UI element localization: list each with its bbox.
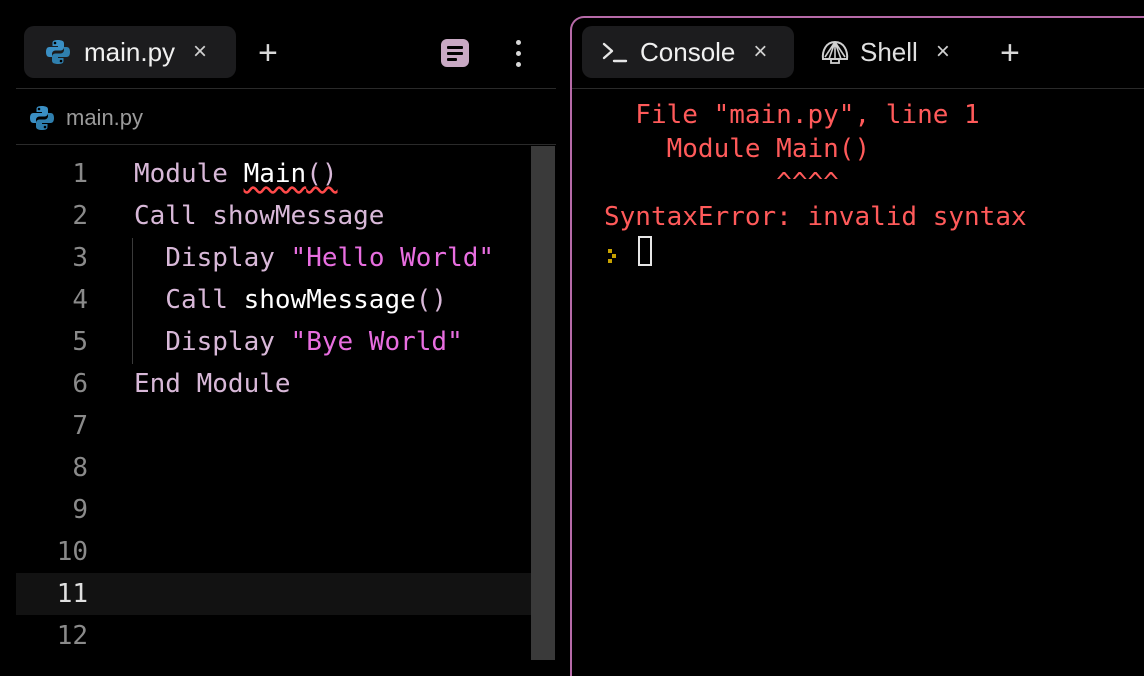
code-token: "Hello World" [290,243,495,273]
tab-main-py[interactable]: main.py × [24,26,236,78]
breadcrumb: main.py [28,100,143,136]
more-options-icon[interactable] [516,40,522,67]
tab-label: Console [640,36,736,67]
code-token: Call showMessage [134,201,385,231]
line-number: 11 [56,579,88,609]
tab-console[interactable]: Console × [582,26,794,78]
add-tab-button[interactable]: + [1000,36,1020,70]
line-number: 7 [72,411,88,441]
prompt-icon [606,242,620,272]
divider [16,144,556,145]
code-line[interactable]: 10 [16,531,531,573]
code-text: Module Main() [134,153,338,195]
code-line[interactable]: 11 [16,573,531,615]
code-line[interactable]: 2 Call showMessage [16,195,531,237]
code-token: "Bye World" [290,327,463,357]
python-icon [28,104,56,132]
code-line[interactable]: 6 End Module [16,363,531,405]
code-token: Call [134,285,244,315]
close-icon[interactable]: × [193,40,207,64]
code-line[interactable]: 9 [16,489,531,531]
line-number: 4 [72,285,88,315]
line-number: 10 [56,537,88,567]
line-number: 6 [72,369,88,399]
line-number: 3 [72,243,88,273]
code-line[interactable]: 5 Display "Bye World" [16,321,531,363]
console-line: File "main.py", line 1 [604,100,980,130]
code-token: showMessage [243,285,416,315]
console-line: Module Main() [604,134,871,164]
editor-tabbar: main.py × + [0,0,556,88]
python-icon [44,38,72,66]
terminal-icon [602,40,628,64]
code-token: Display [134,327,291,357]
code-line[interactable]: 12 [16,615,531,657]
close-icon[interactable]: × [753,40,767,64]
console-line: ^^^^ [604,168,839,198]
code-line[interactable]: 3 Display "Hello World" [16,237,531,279]
divider [16,88,556,89]
line-number: 5 [72,327,88,357]
code-text: Display "Hello World" [134,237,494,279]
code-text: Call showMessage() [134,279,447,321]
code-text: End Module [134,363,291,405]
code-token: Display [134,243,291,273]
indent-guide [132,238,133,364]
line-number: 12 [56,621,88,651]
add-tab-button[interactable]: + [258,36,278,70]
code-line[interactable]: 4 Call showMessage() [16,279,531,321]
code-token: () [415,285,448,315]
divider [572,88,1144,89]
code-token: () [306,159,338,189]
line-number: 1 [72,159,88,189]
code-line[interactable]: 7 [16,405,531,447]
shell-icon [820,39,850,65]
code-text: Call showMessage [134,195,384,237]
line-number: 8 [72,453,88,483]
line-number: 2 [72,201,88,231]
code-token: End Module [134,369,291,399]
code-token: Module [134,159,244,189]
code-line[interactable]: 1 Module Main() [16,153,531,195]
editor-scrollbar[interactable] [531,146,555,660]
terminal-cursor [638,236,652,266]
tab-label: main.py [84,36,176,67]
close-icon[interactable]: × [936,40,950,64]
editor-pane: main.py × + main.py 1 Module Main() 2 Ca… [0,0,556,660]
code-token: Main [243,159,307,189]
tab-label: Shell [860,36,918,67]
code-editor[interactable]: 1 Module Main() 2 Call showMessage 3 Display… [16,146,531,660]
console-line: SyntaxError: invalid syntax [604,202,1027,232]
tab-shell[interactable]: Shell × [802,26,972,78]
breadcrumb-file[interactable]: main.py [66,105,143,131]
document-outline-icon[interactable] [440,38,470,73]
code-text: Display "Bye World" [134,321,463,363]
line-number: 9 [72,495,88,525]
code-line[interactable]: 8 [16,447,531,489]
